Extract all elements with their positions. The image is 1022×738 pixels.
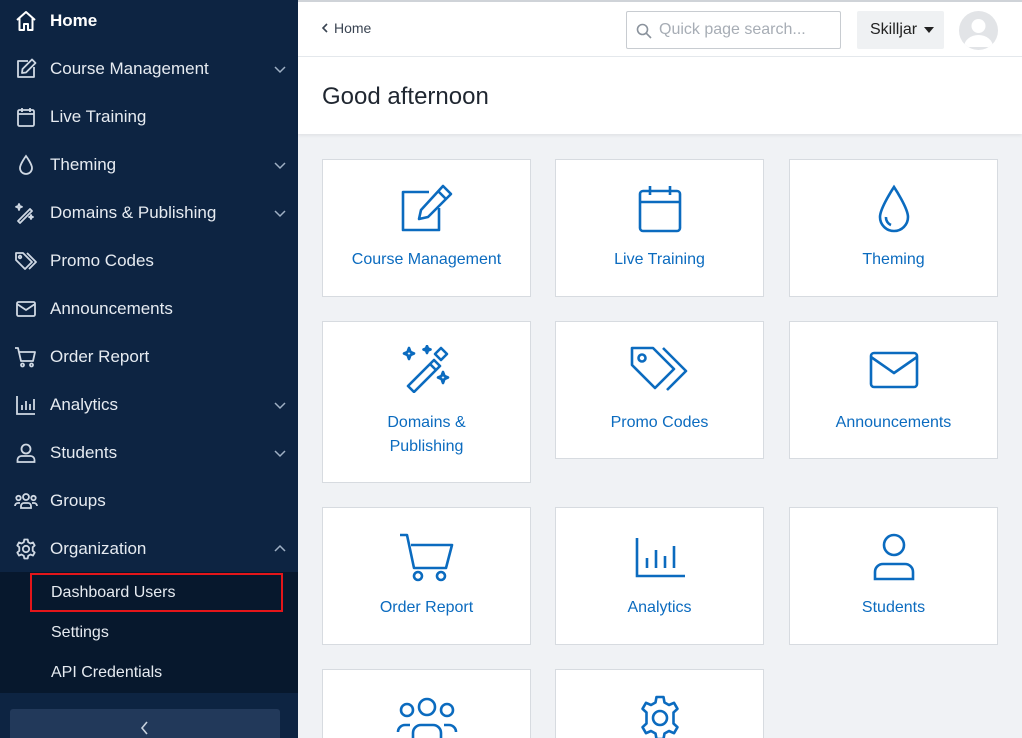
envelope-icon bbox=[790, 350, 997, 390]
cart-icon bbox=[14, 345, 38, 369]
user-icon bbox=[790, 532, 997, 582]
chevron-down-icon bbox=[274, 207, 286, 219]
sidebar-item-domains-publishing[interactable]: Domains & Publishing bbox=[0, 189, 298, 237]
chevron-down-icon bbox=[274, 447, 286, 459]
bar-chart-icon bbox=[14, 393, 38, 417]
magic-wand-icon bbox=[14, 201, 38, 225]
sidebar-item-home[interactable]: Home bbox=[0, 0, 298, 45]
sidebar-item-label: Announcements bbox=[50, 299, 173, 318]
avatar[interactable] bbox=[959, 11, 998, 50]
submenu-item-settings[interactable]: Settings bbox=[51, 624, 109, 642]
tile-label: Course Management bbox=[351, 251, 502, 268]
highlight-box bbox=[30, 573, 283, 612]
tile-promo-codes[interactable]: Promo Codes bbox=[555, 321, 764, 459]
tile-course-management[interactable]: Course Management bbox=[322, 159, 531, 297]
search-icon bbox=[636, 23, 652, 39]
bar-chart-icon bbox=[556, 536, 763, 578]
tile-label: Students bbox=[861, 599, 926, 616]
sidebar-item-promo-codes[interactable]: Promo Codes bbox=[0, 237, 298, 285]
tile-announcements[interactable]: Announcements bbox=[789, 321, 998, 459]
chevron-down-icon bbox=[274, 63, 286, 75]
gear-icon bbox=[14, 537, 38, 561]
sidebar-item-announcements[interactable]: Announcements bbox=[0, 285, 298, 333]
droplet-icon bbox=[790, 184, 997, 236]
tile-theming[interactable]: Theming bbox=[789, 159, 998, 297]
user-avatar-icon bbox=[964, 19, 993, 47]
sidebar-item-course-management[interactable]: Course Management bbox=[0, 45, 298, 93]
sidebar: Home Course Management Live Training The… bbox=[0, 0, 298, 738]
collapse-sidebar-button[interactable] bbox=[10, 709, 280, 738]
envelope-icon bbox=[14, 297, 38, 321]
breadcrumb[interactable]: Home bbox=[321, 20, 371, 36]
magic-wand-icon bbox=[323, 345, 530, 393]
tile-label: Theming bbox=[862, 251, 925, 268]
sidebar-item-label: Live Training bbox=[50, 107, 147, 126]
tile-organization[interactable] bbox=[555, 669, 764, 738]
page-title: Good afternoon bbox=[322, 83, 489, 110]
org-dropdown-button[interactable]: Skilljar bbox=[857, 11, 944, 49]
search-box[interactable] bbox=[626, 11, 841, 49]
sidebar-item-analytics[interactable]: Analytics bbox=[0, 381, 298, 429]
chevron-left-icon bbox=[140, 721, 148, 735]
chevron-up-icon bbox=[274, 543, 286, 555]
sidebar-item-label: Home bbox=[50, 11, 98, 30]
top-bar: Home Skilljar bbox=[298, 0, 1022, 57]
tile-groups[interactable] bbox=[322, 669, 531, 738]
tile-label: Announcements bbox=[835, 414, 952, 431]
tile-label: Domains & Publishing bbox=[387, 414, 466, 455]
sidebar-item-students[interactable]: Students bbox=[0, 429, 298, 477]
edit-icon bbox=[14, 57, 38, 81]
gear-icon bbox=[556, 694, 763, 738]
sidebar-item-label: Theming bbox=[50, 155, 117, 174]
cart-icon bbox=[323, 532, 530, 584]
tag-icon bbox=[556, 345, 763, 395]
tile-domains-publishing[interactable]: Domains & Publishing bbox=[322, 321, 531, 483]
search-input[interactable] bbox=[659, 12, 837, 48]
tile-label: Live Training bbox=[614, 251, 705, 268]
sidebar-item-label: Domains & Publishing bbox=[50, 203, 217, 222]
tile-label: Order Report bbox=[379, 599, 474, 616]
calendar-icon bbox=[14, 105, 38, 129]
sidebar-item-label: Promo Codes bbox=[50, 251, 154, 270]
sidebar-item-label: Students bbox=[50, 443, 118, 462]
sidebar-item-label: Course Management bbox=[50, 59, 209, 78]
caret-down-icon bbox=[924, 27, 934, 33]
sidebar-item-label: Analytics bbox=[50, 395, 119, 414]
page-header: Good afternoon bbox=[298, 57, 1022, 134]
tile-students[interactable]: Students bbox=[789, 507, 998, 645]
chevron-down-icon bbox=[274, 399, 286, 411]
sidebar-item-label: Order Report bbox=[50, 347, 150, 366]
tile-label: Analytics bbox=[627, 599, 692, 616]
edit-icon bbox=[323, 184, 530, 236]
users-icon bbox=[14, 489, 38, 513]
sidebar-item-live-training[interactable]: Live Training bbox=[0, 93, 298, 141]
sidebar-item-label: Groups bbox=[50, 491, 106, 510]
users-icon bbox=[323, 694, 530, 738]
sidebar-item-order-report[interactable]: Order Report bbox=[0, 333, 298, 381]
chevron-left-icon bbox=[321, 23, 328, 33]
org-name: Skilljar bbox=[870, 21, 918, 38]
tag-icon bbox=[14, 249, 38, 273]
tile-analytics[interactable]: Analytics bbox=[555, 507, 764, 645]
home-icon bbox=[14, 9, 38, 33]
tile-order-report[interactable]: Order Report bbox=[322, 507, 531, 645]
submenu-item-api-credentials[interactable]: API Credentials bbox=[51, 664, 162, 682]
sidebar-item-groups[interactable]: Groups bbox=[0, 477, 298, 525]
sidebar-item-theming[interactable]: Theming bbox=[0, 141, 298, 189]
tile-label: Promo Codes bbox=[610, 414, 709, 431]
droplet-icon bbox=[14, 153, 38, 177]
breadcrumb-home[interactable]: Home bbox=[334, 20, 371, 36]
sidebar-item-label: Organization bbox=[50, 539, 147, 558]
calendar-icon bbox=[556, 184, 763, 234]
tile-live-training[interactable]: Live Training bbox=[555, 159, 764, 297]
chevron-down-icon bbox=[274, 159, 286, 171]
sidebar-item-organization[interactable]: Organization bbox=[0, 525, 298, 573]
user-icon bbox=[14, 441, 38, 465]
